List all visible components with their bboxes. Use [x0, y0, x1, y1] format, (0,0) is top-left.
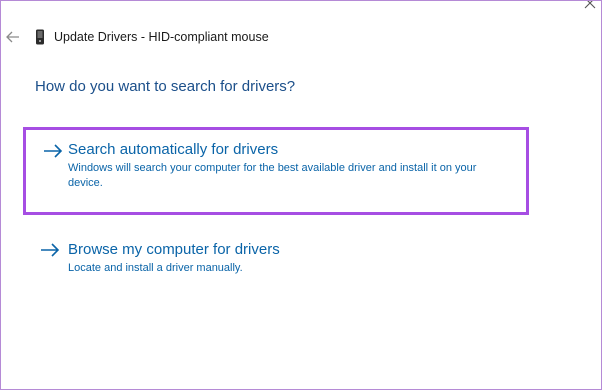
option-title: Search automatically for drivers [68, 141, 279, 158]
back-button[interactable] [4, 28, 22, 46]
update-drivers-window: Update Drivers - HID-compliant mouse How… [0, 0, 602, 390]
right-arrow-icon [41, 243, 60, 257]
search-automatically-option[interactable]: Search automatically for drivers Windows… [23, 127, 529, 215]
browse-computer-option[interactable]: Browse my computer for drivers Locate an… [26, 237, 526, 287]
mouse-device-icon [34, 29, 46, 45]
right-arrow-icon [44, 144, 63, 158]
option-description: Locate and install a driver manually. [68, 262, 243, 274]
window-title: Update Drivers - HID-compliant mouse [54, 30, 269, 44]
page-heading: How do you want to search for drivers? [35, 78, 296, 95]
option-description: Windows will search your computer for th… [68, 162, 477, 189]
close-button[interactable] [579, 1, 601, 14]
option-title: Browse my computer for drivers [68, 241, 280, 258]
close-icon [584, 1, 596, 9]
title-bar: Update Drivers - HID-compliant mouse [1, 1, 601, 65]
back-arrow-icon [6, 31, 19, 43]
